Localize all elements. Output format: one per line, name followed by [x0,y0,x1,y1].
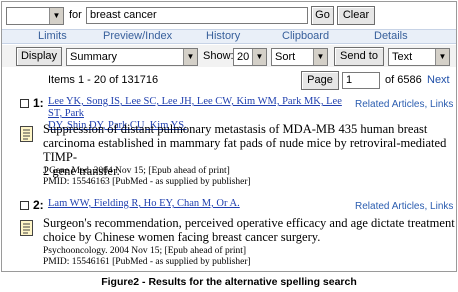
database-select[interactable]: ▼ [6,7,64,25]
send-format-select[interactable]: Text ▼ [388,48,450,66]
result-title-line: Suppression of distant pulmonary metasta… [43,122,428,136]
result-pmid: PMID: 15546161 [PubMed - as supplied by … [43,257,251,267]
for-label: for [69,9,82,21]
chevron-down-icon: ▼ [435,49,449,65]
feature-tabs: Limits Preview/Index History Clipboard D… [2,29,456,44]
display-toolbar: Display Summary ▼ Show: 20 ▼ Sort ▼ Send… [2,45,456,67]
result-title-line: Surgeon's recommendation, perceived oper… [43,216,455,230]
result-title-line: choice by Chinese women facing breast ca… [43,230,321,244]
next-link[interactable]: Next [427,74,450,86]
display-button[interactable]: Display [16,47,62,66]
abstract-document-icon[interactable] [20,220,33,236]
result-authors-line: Lam WW, Fielding R, Ho EY, Chan M, Or A. [48,198,240,209]
pubmed-results-window: ▼ for breast cancer Go Clear Limits Prev… [1,1,457,272]
search-input[interactable]: breast cancer [86,7,308,24]
chevron-down-icon: ▼ [313,49,327,65]
result-number: 2: [33,198,44,212]
send-format-value: Text [392,51,413,63]
go-button[interactable]: Go [311,6,334,25]
send-to-button[interactable]: Send to [334,47,384,66]
show-count-select[interactable]: 20 ▼ [233,48,267,66]
page-button[interactable]: Page [301,71,339,90]
sort-select[interactable]: Sort ▼ [271,48,328,66]
result-authors-line: Lee YK, Song IS, Lee SC, Lee JH, Lee CW,… [48,96,342,119]
chevron-down-icon: ▼ [49,8,63,24]
figure-caption: Figure2 - Results for the alternative sp… [101,276,357,288]
tab-details[interactable]: Details [374,30,408,43]
result-title: Surgeon's recommendation, perceived oper… [43,216,456,244]
sort-value: Sort [275,51,296,63]
tab-history[interactable]: History [206,30,240,43]
result-authors[interactable]: Lam WW, Fielding R, Ho EY, Chan M, Or A. [48,198,348,210]
tab-clipboard[interactable]: Clipboard [282,30,329,43]
result-source: J Gene Med. 2004 Nov 15; [Epub ahead of … [43,166,230,176]
chevron-down-icon: ▼ [183,49,197,65]
related-articles-link[interactable]: Related Articles, Links [355,99,453,110]
show-label: Show: [203,50,234,62]
show-count-value: 20 [237,51,250,63]
display-format-value: Summary [70,51,118,63]
result-checkbox[interactable] [20,99,29,108]
tab-preview-index[interactable]: Preview/Index [103,30,172,43]
clear-button[interactable]: Clear [337,6,375,25]
tab-limits[interactable]: Limits [38,30,67,43]
result-source: Psychooncology. 2004 Nov 15; [Epub ahead… [43,246,247,256]
result-pmid: PMID: 15546163 [PubMed - as supplied by … [43,177,251,187]
items-count: Items 1 - 20 of 131716 [48,74,159,86]
related-articles-link[interactable]: Related Articles, Links [355,201,453,212]
result-title-line: carcinoma established in mammary fat pad… [43,136,447,164]
abstract-document-icon[interactable] [20,126,33,142]
page-total: of 6586 [385,74,422,86]
result-number: 1: [33,96,44,110]
display-format-select[interactable]: Summary ▼ [66,48,198,66]
page-number-input[interactable]: 1 [342,72,380,89]
chevron-down-icon: ▼ [252,49,266,65]
result-checkbox[interactable] [20,201,29,210]
